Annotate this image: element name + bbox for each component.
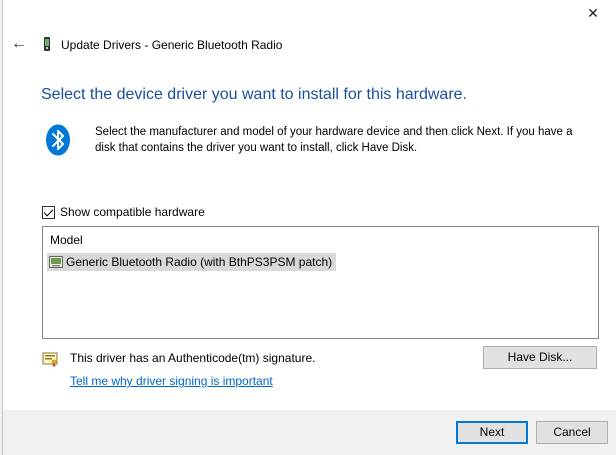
model-column-header[interactable]: Model (50, 233, 83, 247)
instructions-text: Select the manufacturer and model of you… (95, 126, 573, 154)
show-compatible-label[interactable]: Show compatible hardware (60, 205, 205, 219)
next-button[interactable]: Next (456, 421, 528, 444)
bluetooth-icon (46, 124, 70, 156)
list-item[interactable]: Generic Bluetooth Radio (with BthPS3PSM … (47, 253, 337, 271)
signature-status: This driver has an Authenticode(tm) sign… (70, 351, 316, 365)
close-button[interactable]: ✕ (583, 4, 603, 22)
back-arrow-icon[interactable]: ← (11, 36, 27, 52)
have-disk-button[interactable]: Have Disk... (483, 346, 597, 369)
driver-signing-link[interactable]: Tell me why driver signing is important (70, 374, 273, 388)
show-compatible-row[interactable]: Show compatible hardware (42, 205, 205, 219)
list-item-label: Generic Bluetooth Radio (with BthPS3PSM … (66, 255, 333, 269)
device-icon (44, 37, 50, 51)
update-drivers-window: ✕ ← Update Drivers - Generic Bluetooth R… (2, 0, 616, 455)
page-heading: Select the device driver you want to ins… (41, 86, 467, 103)
model-list[interactable]: Model Generic Bluetooth Radio (with BthP… (42, 226, 599, 339)
certificate-icon (42, 352, 58, 367)
cancel-button[interactable]: Cancel (536, 421, 608, 444)
show-compatible-checkbox[interactable] (42, 205, 55, 219)
window-title: Update Drivers - Generic Bluetooth Radio (61, 38, 283, 52)
driver-certificate-icon (49, 256, 63, 268)
